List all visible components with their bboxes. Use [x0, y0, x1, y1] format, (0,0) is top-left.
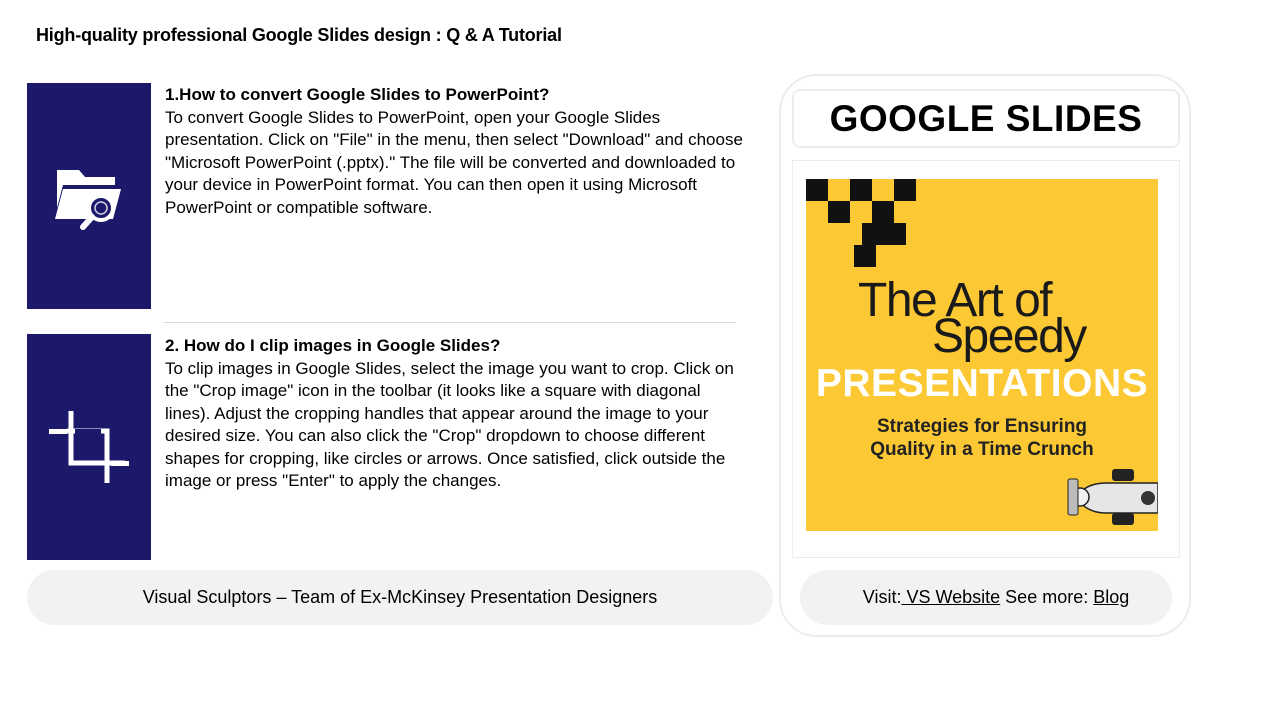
- page-title: High-quality professional Google Slides …: [36, 25, 562, 45]
- qa-icon-box-1: [27, 83, 151, 309]
- folder-search-icon: [55, 170, 121, 230]
- qa-item-2: 2. How do I clip images in Google Slides…: [165, 335, 745, 493]
- cover-line-5: Quality in a Time Crunch: [870, 439, 1094, 460]
- team-text: Visual Sculptors – Team of Ex-McKinsey P…: [142, 587, 658, 607]
- race-car-graphic: [1067, 469, 1158, 525]
- qa-answer-1: To convert Google Slides to PowerPoint, …: [165, 107, 743, 217]
- blog-link[interactable]: Blog: [1093, 587, 1129, 607]
- links-banner: Visit: VS Website See more: Blog: [800, 570, 1172, 625]
- cover-line-3: PRESENTATIONS: [815, 362, 1149, 405]
- cover-line-4: Strategies for Ensuring: [876, 416, 1088, 437]
- cover-image: The Art of Speedy PRESENTATIONS Strategi…: [806, 179, 1158, 531]
- visit-label: Visit:: [862, 587, 902, 607]
- qa-answer-2: To clip images in Google Slides, select …: [165, 358, 734, 491]
- crop-icon: [49, 411, 129, 483]
- qa-question-2: 2. How do I clip images in Google Slides…: [165, 336, 501, 355]
- qa-question-1: 1.How to convert Google Slides to PowerP…: [165, 85, 550, 104]
- cover-line-2: Speedy: [932, 310, 1087, 363]
- qa-item-1: 1.How to convert Google Slides to PowerP…: [165, 84, 745, 219]
- side-panel-title: GOOGLE SLIDES: [792, 89, 1180, 148]
- team-banner: Visual Sculptors – Team of Ex-McKinsey P…: [27, 570, 773, 625]
- see-more-label: See more:: [1000, 587, 1094, 607]
- cover-subtitle: Strategies for Ensuring Quality in a Tim…: [806, 415, 1158, 461]
- qa-divider: [164, 322, 736, 323]
- vs-website-link[interactable]: VS Website: [901, 587, 1000, 607]
- qa-icon-box-2: [27, 334, 151, 560]
